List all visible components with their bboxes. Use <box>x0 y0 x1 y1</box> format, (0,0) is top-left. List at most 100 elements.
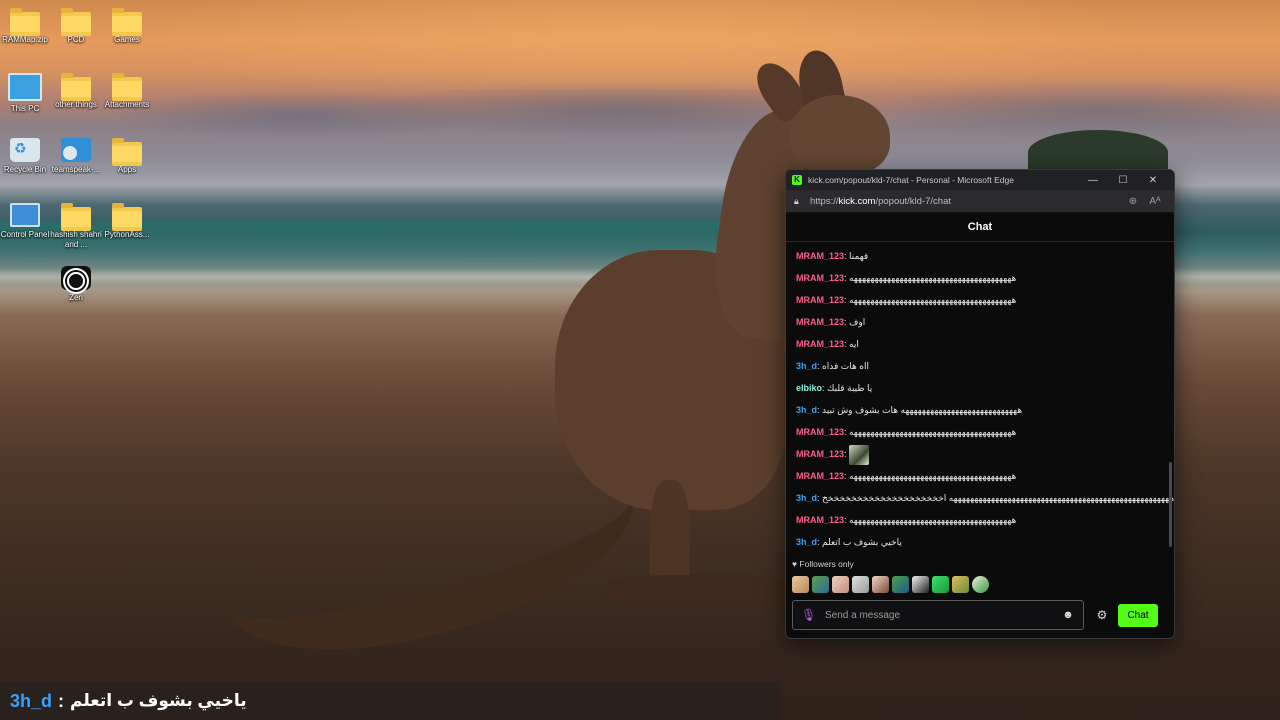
chat-message: MRAM_123: هههههههههههههههههههههههههههههه… <box>796 509 1174 531</box>
overlay-message: ياخيي بشوف ب اتعلم <box>70 691 247 710</box>
chat-message-text: ااه هات فداه <box>822 361 869 371</box>
folder-icon <box>112 138 142 166</box>
frog-emote-icon[interactable] <box>849 444 870 465</box>
chat-popout-window: K kick.com/popout/kld-7/chat - Personal … <box>785 169 1175 639</box>
chat-message-text: ايه <box>849 339 859 349</box>
chat-message-text: هههههههههههههههههههههههههههههههههههههههه <box>849 273 1017 283</box>
quick-emote-bar <box>786 573 1174 595</box>
window-title: kick.com/popout/kld-7/chat - Personal - … <box>808 175 1014 185</box>
desktop-icon-label: PythonAss... <box>104 230 150 239</box>
chat-username[interactable]: 3h_d <box>796 537 817 547</box>
chat-message-text: ههههههههههههههههههههههههههههه هات بشوف و… <box>822 405 1023 415</box>
chat-message: MRAM_123: هههههههههههههههههههههههههههههه… <box>796 421 1174 443</box>
chat-header: Chat <box>786 213 1174 242</box>
chat-username[interactable]: MRAM_123 <box>796 317 844 327</box>
chat-message-list[interactable]: MRAM_123: فهمنا MRAM_123: هههههههههههههه… <box>786 242 1174 555</box>
green-emote-icon[interactable] <box>932 575 949 593</box>
sky-glow <box>0 0 1280 90</box>
emoji-picker-icon[interactable]: ☻ <box>1061 609 1075 621</box>
chat-message: 3h_d: هههههههههههههههههههههههههههههههههه… <box>796 487 1174 509</box>
chat-message-text: هههههههههههههههههههههههههههههههههههههههه <box>849 515 1017 525</box>
microphone-icon[interactable]: 🎙︎ <box>801 608 816 622</box>
chat-message: 3h_d: ياخيي بشوف ب اتعلم <box>796 531 1174 553</box>
chat-scrollbar[interactable] <box>1169 462 1172 547</box>
chat-settings-gear-icon[interactable]: ⚙ <box>1088 608 1116 622</box>
desktop-icon-pythonass[interactable]: PythonAss... <box>97 203 157 240</box>
address-bar[interactable]: 🔒︎ https://kick.com/popout/kld-7/chat ⊕ … <box>786 190 1174 213</box>
speaker-emote-icon[interactable] <box>912 575 929 593</box>
folder-icon <box>61 203 91 231</box>
close-button[interactable]: ✕ <box>1138 175 1168 186</box>
chat-message: MRAM_123: <box>796 443 1174 465</box>
zoom-icon[interactable]: ⊕ <box>1122 196 1144 207</box>
kangaroo-head <box>790 95 890 175</box>
window-titlebar[interactable]: K kick.com/popout/kld-7/chat - Personal … <box>786 170 1174 190</box>
chat-username[interactable]: MRAM_123 <box>796 251 844 261</box>
lock-icon[interactable]: 🔒︎ <box>794 196 804 207</box>
pepe-emote-icon[interactable] <box>892 575 909 593</box>
chat-message-text: اوف <box>849 317 866 327</box>
chat-message: MRAM_123: هههههههههههههههههههههههههههههه… <box>796 465 1174 487</box>
box-emote-icon[interactable] <box>952 575 969 593</box>
chat-message-text: هههههههههههههههههههههههههههههههههههههههه <box>849 295 1017 305</box>
url-host: kick.com <box>838 195 876 207</box>
chat-username[interactable]: MRAM_123 <box>796 427 844 437</box>
monitor-icon <box>8 73 42 101</box>
followers-only-notice: ♥ Followers only <box>786 555 1174 573</box>
chat-message: MRAM_123: فهمنا <box>796 245 1174 267</box>
zen-browser-icon <box>61 266 91 290</box>
maximize-button[interactable]: ☐ <box>1108 175 1138 186</box>
folder-icon <box>10 8 40 36</box>
chat-username[interactable]: elbiko <box>796 383 822 393</box>
read-aloud-icon[interactable]: Aᴬ <box>1144 196 1166 207</box>
chat-username[interactable]: MRAM_123 <box>796 295 844 305</box>
kick-favicon-icon: K <box>792 175 802 185</box>
send-chat-button[interactable]: Chat <box>1118 603 1158 627</box>
chat-message: 3h_d: ههههههههههههههههههههههههههههه هات … <box>796 399 1174 421</box>
chat-message-text: هههههههههههههههههههههههههههههههههههههههه <box>849 427 1017 437</box>
chat-username[interactable]: MRAM_123 <box>796 449 844 459</box>
chat-message: MRAM_123: هههههههههههههههههههههههههههههه… <box>796 289 1174 311</box>
desktop-icon-zen[interactable]: Zen <box>46 266 106 303</box>
chat-input-box[interactable]: 🎙︎ ☻ <box>792 600 1084 630</box>
url-prefix: https:// <box>810 195 839 207</box>
chat-message-text: يا طيبة قلبك <box>827 383 873 393</box>
chat-message-text: هههههههههههههههههههههههههههههههههههههههه… <box>822 493 1174 503</box>
chat-username[interactable]: 3h_d <box>796 493 817 503</box>
cat-emote-icon[interactable] <box>832 575 849 593</box>
chat-username[interactable]: 3h_d <box>796 405 817 415</box>
chat-username[interactable]: 3h_d <box>796 361 817 371</box>
folder-icon <box>61 8 91 36</box>
desktop-icon-attachments[interactable]: Attachments <box>97 73 157 110</box>
heart-icon: ♥ <box>792 559 798 569</box>
desktop-icon-label: Zen <box>69 293 83 302</box>
folder-icon <box>61 73 91 101</box>
overlay-separator: : <box>58 690 65 711</box>
recycle-bin-icon <box>10 138 40 162</box>
chat-username[interactable]: MRAM_123 <box>796 515 844 525</box>
chat-message: MRAM_123: اوف <box>796 311 1174 333</box>
minimize-button[interactable]: — <box>1078 175 1108 186</box>
pepe-emote-icon[interactable] <box>812 575 829 593</box>
girl-emote-icon[interactable] <box>872 575 889 593</box>
chat-message: MRAM_123: ايه <box>796 333 1174 355</box>
url-text[interactable]: https://kick.com/popout/kld-7/chat <box>810 196 1122 207</box>
url-path: /popout/kld-7/chat <box>875 195 951 207</box>
cat-emote-icon[interactable] <box>852 575 869 593</box>
chat-message-input[interactable] <box>823 608 1061 622</box>
folder-icon <box>112 73 142 101</box>
chat-message: 3h_d: ااه هات فداه <box>796 355 1174 377</box>
cat-emote-icon[interactable] <box>792 575 809 593</box>
stream-chat-overlay: 3h_d : ياخيي بشوف ب اتعلم <box>0 682 780 720</box>
chat-username[interactable]: MRAM_123 <box>796 339 844 349</box>
control-panel-icon <box>10 203 40 227</box>
overlay-username: 3h_d <box>10 690 53 711</box>
desktop-icon-apps[interactable]: Apps <box>97 138 157 175</box>
desktop-icon-games[interactable]: Games <box>97 8 157 45</box>
chat-username[interactable]: MRAM_123 <box>796 273 844 283</box>
frog-emote-icon[interactable] <box>972 575 989 593</box>
chat-username[interactable]: MRAM_123 <box>796 471 844 481</box>
chat-message: MRAM_123: هههههههههههههههههههههههههههههه… <box>796 267 1174 289</box>
folder-icon <box>112 203 142 231</box>
chat-message: elbiko: يا طيبة قلبك <box>796 377 1174 399</box>
